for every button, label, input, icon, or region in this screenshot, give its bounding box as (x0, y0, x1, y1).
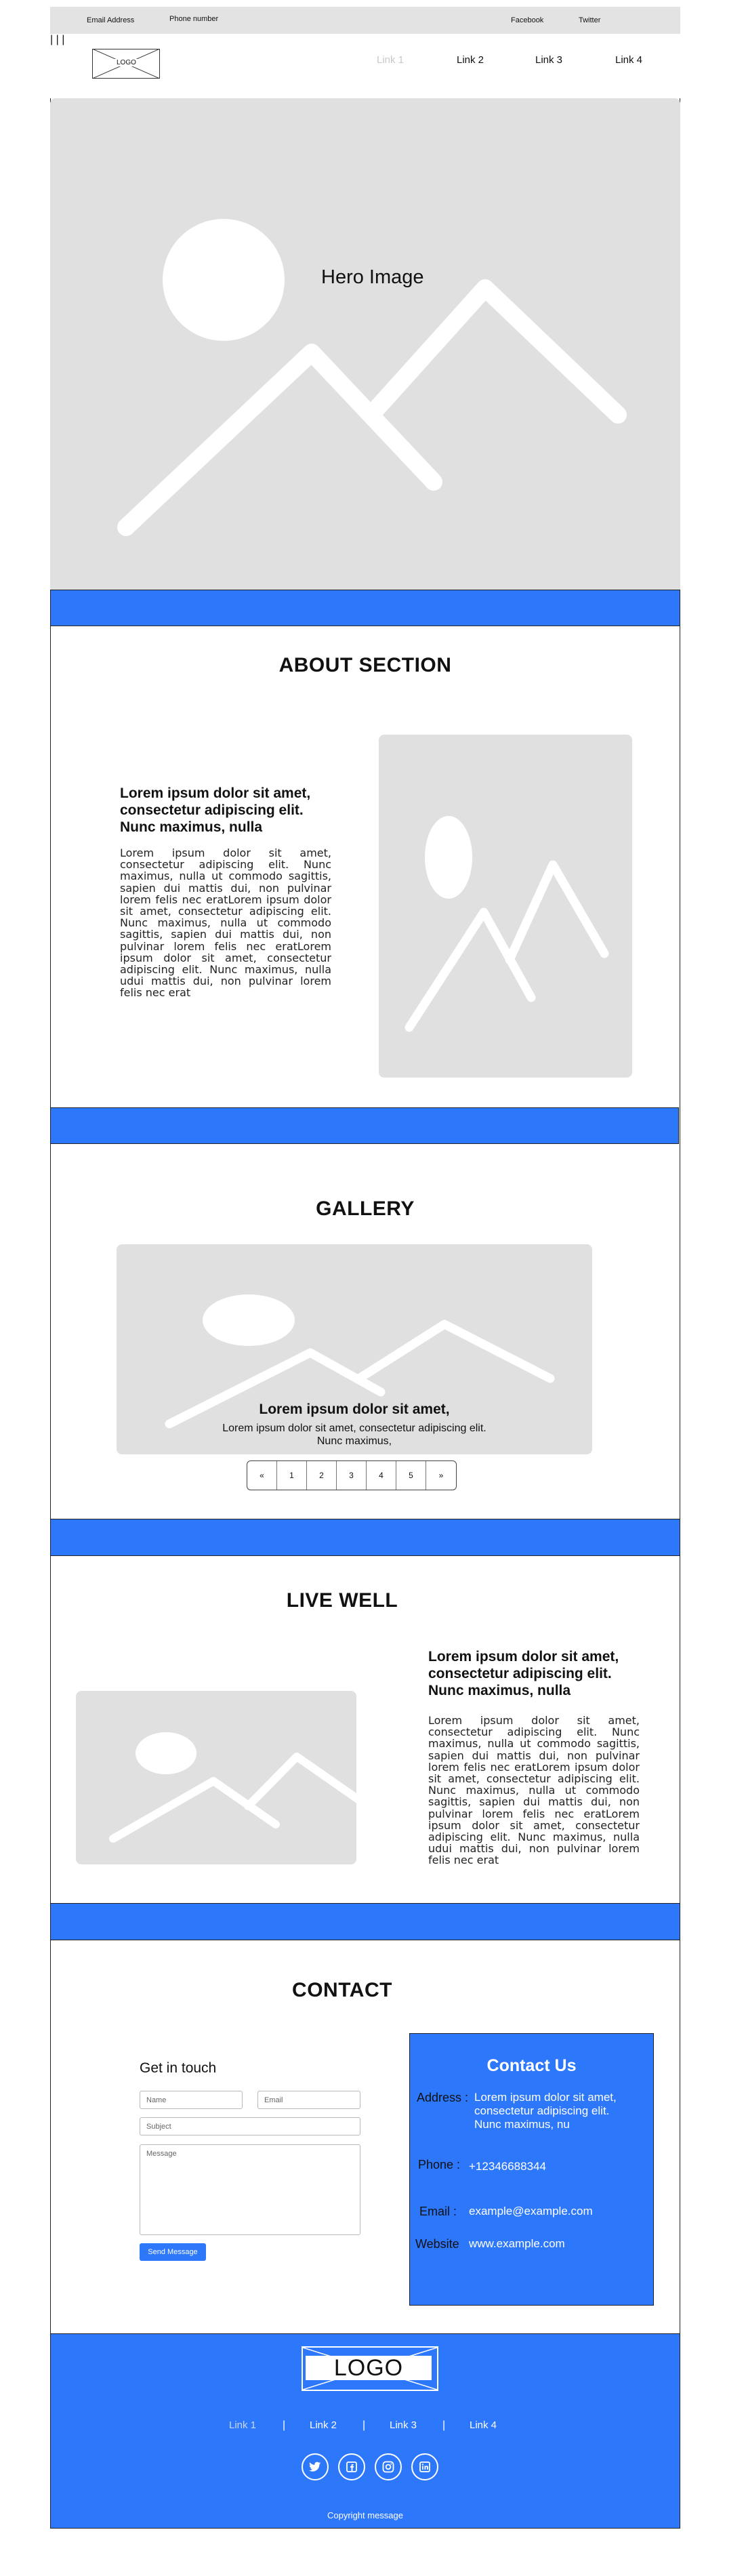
gallery-slide[interactable]: Lorem ipsum dolor sit amet, Lorem ipsum … (117, 1244, 592, 1454)
footer-separator: | (362, 2419, 366, 2431)
nav-link-2[interactable]: Link 2 (457, 54, 484, 66)
about-body: Lorem ipsum dolor sit amet, consectetur … (120, 846, 331, 1000)
nav-link-4[interactable]: Link 4 (615, 54, 642, 66)
livewell-title: LIVE WELL (286, 1589, 398, 1612)
twitter-icon[interactable] (302, 2453, 329, 2480)
section-divider (50, 1903, 680, 1940)
nav-separator: | (56, 34, 59, 45)
about-title: ABOUT SECTION (278, 654, 452, 676)
image-placeholder-icon (109, 1732, 370, 1843)
pager-page-4[interactable]: 4 (367, 1461, 396, 1490)
about-lead: Lorem ipsum dolor sit amet, consectetur … (120, 785, 311, 835)
phone-label: Phone : (418, 2158, 461, 2171)
pager-page-5[interactable]: 5 (396, 1461, 426, 1490)
contact-info-card: Contact Us Address : Lorem ipsum dolor s… (409, 2033, 654, 2306)
gallery-caption-text: Lorem ipsum dolor sit amet, consectetur … (222, 1423, 486, 1447)
gallery-caption-title: Lorem ipsum dolor sit amet, (259, 1402, 450, 1417)
footer-link-1[interactable]: Link 1 (229, 2419, 256, 2431)
livewell-body: Lorem ipsum dolor sit amet, consectetur … (428, 1714, 640, 1867)
hero-image: Hero Image (50, 98, 680, 590)
header-logo-text: LOGO (115, 59, 138, 66)
hero-label: Hero Image (321, 266, 424, 288)
topbar-twitter[interactable]: Twitter (579, 16, 600, 24)
hero-placeholder-icon (117, 219, 627, 536)
website-label: Website (415, 2237, 459, 2251)
phone-value[interactable]: +12346688344 (469, 2160, 546, 2173)
send-message-button[interactable]: Send Message (140, 2243, 206, 2261)
contact-title: CONTACT (292, 1979, 392, 2001)
pager-page-2[interactable]: 2 (307, 1461, 337, 1490)
email-label: Email : (419, 2205, 457, 2218)
topbar-facebook[interactable]: Facebook (511, 16, 543, 24)
livewell-image (76, 1691, 370, 1864)
topbar-phone[interactable]: Phone number (169, 15, 218, 23)
about-image (379, 735, 632, 1078)
livewell-lead: Lorem ipsum dolor sit amet, consectetur … (428, 1649, 619, 1698)
footer-link-4[interactable]: Link 4 (470, 2419, 497, 2431)
contact-form-title: Get in touch (140, 2060, 217, 2076)
footer-link-3[interactable]: Link 3 (390, 2419, 417, 2431)
pager-page-1[interactable]: 1 (277, 1461, 307, 1490)
site-header: LOGO Link 1 | Link 2 | Link 3 | Link 4 (50, 34, 680, 98)
linkedin-icon[interactable] (411, 2453, 438, 2480)
section-divider (50, 1519, 680, 1556)
name-field[interactable]: Name (140, 2091, 243, 2109)
gallery-pagination: « 1 2 3 4 5 » (247, 1460, 457, 1490)
footer-separator: | (442, 2419, 446, 2431)
header-logo[interactable]: LOGO (92, 49, 160, 79)
footer-separator: | (283, 2419, 286, 2431)
footer-link-2[interactable]: Link 2 (310, 2419, 337, 2431)
footer-logo[interactable]: LOGO (302, 2346, 438, 2391)
section-divider (50, 1107, 679, 1144)
address-label: Address : (417, 2091, 469, 2104)
nav-link-3[interactable]: Link 3 (535, 54, 562, 66)
email-value[interactable]: example@example.com (469, 2205, 593, 2218)
gallery-title: GALLERY (316, 1198, 415, 1220)
facebook-icon[interactable] (338, 2453, 365, 2480)
contact-card-title: Contact Us (486, 2056, 577, 2075)
nav-separator: | (50, 34, 54, 45)
nav-link-1[interactable]: Link 1 (377, 54, 404, 66)
instagram-icon[interactable] (375, 2453, 402, 2480)
pager-page-3[interactable]: 3 (337, 1461, 367, 1490)
top-bar: Email Address Phone number Facebook Twit… (50, 7, 680, 34)
nav-separator: | (62, 34, 65, 45)
message-field[interactable]: Message (140, 2144, 360, 2235)
email-field[interactable]: Email (257, 2091, 360, 2109)
site-footer: LOGO Link 1 | Link 2 | Link 3 | Link 4 C… (50, 2333, 680, 2529)
website-value[interactable]: www.example.com (469, 2237, 565, 2251)
subject-field[interactable]: Subject (140, 2117, 360, 2135)
address-value: Lorem ipsum dolor sit amet, consectetur … (474, 2091, 617, 2131)
copyright-text: Copyright message (327, 2510, 403, 2520)
pager-next-button[interactable]: » (426, 1461, 456, 1490)
topbar-email[interactable]: Email Address (87, 16, 134, 24)
section-divider (50, 590, 680, 626)
image-placeholder-icon (405, 816, 609, 1032)
pager-prev-button[interactable]: « (247, 1461, 277, 1490)
footer-logo-text: LOGO (306, 2356, 432, 2380)
